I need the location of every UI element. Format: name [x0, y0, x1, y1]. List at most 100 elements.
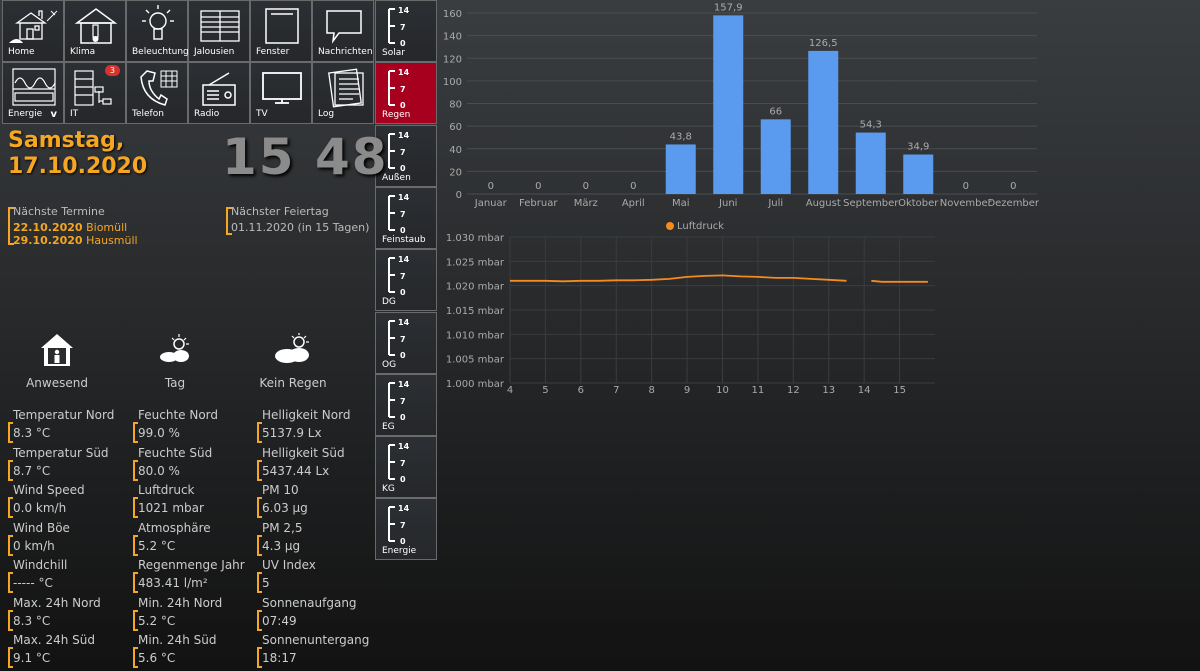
- sensor-name: Feuchte Nord: [138, 408, 218, 422]
- x-tick-label: Mai: [672, 198, 690, 209]
- sensor-value: 0.0 km/h: [13, 501, 67, 515]
- scale-gauge-icon: 14 7 0: [388, 193, 410, 235]
- scale-min: 0: [400, 413, 406, 422]
- termine-title: Nächste Termine: [13, 205, 105, 218]
- scale-mid: 7: [400, 521, 406, 530]
- sensor-tile-energie[interactable]: 14 7 0 Energie: [375, 498, 437, 561]
- telephone-icon: [140, 70, 178, 106]
- x-tick-label: 15: [893, 385, 906, 396]
- sensor-name: Temperatur Nord: [13, 408, 115, 422]
- sensor-value: 1021 mbar: [138, 501, 204, 515]
- pressure-series-line: [871, 279, 928, 283]
- y-tick-label: 1.020 mbar: [446, 282, 505, 293]
- scale-min: 0: [400, 39, 406, 48]
- nav-tile-home[interactable]: Home: [2, 0, 64, 62]
- rain-bar-chart: 0 20 40 60 80 100 120 140 160 0 Januar 0 Februar 0 Mär…: [443, 2, 1040, 209]
- y-tick-label: 1.030 mbar: [446, 233, 505, 244]
- scale-min: 0: [400, 164, 406, 173]
- sensor-item: Wind Speed 0.0 km/h: [8, 483, 128, 518]
- status-daytime: Tag: [130, 330, 220, 390]
- x-tick-label: August: [806, 198, 841, 209]
- sensor-name: Regenmenge Jahr: [138, 558, 245, 572]
- scale-gauge-icon: 14 7 0: [388, 68, 410, 110]
- sensor-name: Atmosphäre: [138, 520, 211, 535]
- x-tick-label: 4: [507, 385, 513, 396]
- nav-tile-beleuchtung[interactable]: Beleuchtung: [126, 0, 189, 62]
- sensor-tile-feinstaub[interactable]: 14 7 0 Feinstaub: [375, 186, 437, 249]
- sensor-tile-solar[interactable]: 14 7 0 Solar: [375, 0, 437, 62]
- window-icon: [265, 8, 299, 44]
- nav-tile-it[interactable]: IT 3: [64, 62, 126, 124]
- sensor-tile-og[interactable]: 14 7 0 OG: [375, 311, 437, 374]
- sensor-name: Helligkeit Süd: [262, 445, 345, 460]
- status-presence: Anwesend: [12, 330, 102, 390]
- sensor-name: Min. 24h Nord: [138, 595, 223, 610]
- x-tick-label: November: [940, 198, 993, 209]
- sensor-tile-kg[interactable]: 14 7 0 KG: [375, 436, 437, 499]
- scale-max: 14: [398, 380, 410, 389]
- sensor-name: Wind Speed: [13, 483, 85, 497]
- x-tick-label: 8: [648, 385, 654, 396]
- sensor-item: Atmosphäre 5.2 °C: [133, 520, 253, 556]
- clock-hours: 15: [222, 128, 296, 186]
- scale-min: 0: [400, 101, 406, 110]
- nav-tile-tv[interactable]: TV: [250, 62, 312, 124]
- sensor-value: 8.7 °C: [13, 463, 51, 478]
- tv-icon: [262, 72, 302, 104]
- sensor-name: Max. 24h Nord: [13, 595, 101, 610]
- sensor-value: 07:49: [262, 613, 297, 628]
- bar: [903, 154, 934, 194]
- scale-mid: 7: [400, 23, 406, 32]
- x-tick-label: Februar: [519, 198, 558, 209]
- sensor-value: 80.0 %: [138, 463, 180, 478]
- scale-gauge-icon: 14 7 0: [388, 442, 410, 484]
- nav-tile-label: Beleuchtung: [132, 47, 189, 57]
- sensor-item: Feuchte Süd 80.0 %: [133, 446, 253, 481]
- nav-tile-telefon[interactable]: Telefon: [126, 62, 188, 124]
- sensor-tile-eg[interactable]: 14 7 0 EG: [375, 373, 437, 436]
- y-tick-label: 1.000 mbar: [446, 379, 505, 390]
- sensor-item: Temperatur Nord 8.3 °C: [8, 408, 128, 443]
- sensor-item: Sonnenuntergang 18:17: [257, 633, 377, 668]
- sensor-item: UV Index 5: [257, 558, 377, 593]
- sensor-item: Min. 24h Süd 5.6 °C: [133, 633, 253, 668]
- sensor-name: Sonnenuntergang: [262, 633, 370, 647]
- blinds-icon: [200, 10, 240, 42]
- nav-tile-energie[interactable]: Energie v: [2, 62, 64, 124]
- sensor-tile-regen[interactable]: 14 7 0 Regen: [375, 62, 437, 125]
- bar-data-label: 0: [1010, 181, 1016, 192]
- x-tick-label: Dezember: [987, 198, 1039, 209]
- nav-tile-fenster[interactable]: Fenster: [250, 0, 312, 62]
- nav-tile-nachrichten[interactable]: Nachrichten: [312, 0, 374, 62]
- sensor-name: PM 10: [262, 483, 299, 497]
- x-tick-label: September: [843, 198, 899, 209]
- nav-tile-label: Home: [8, 47, 35, 57]
- sensor-item: Helligkeit Nord 5137.9 Lx: [257, 408, 377, 443]
- nav-tile-klima[interactable]: Klima: [64, 0, 126, 62]
- sensor-item: PM 10 6.03 µg: [257, 483, 377, 518]
- sensor-value: 5: [262, 576, 270, 590]
- sensor-tile-label: DG: [382, 297, 396, 308]
- sensor-value: 8.3 °C: [13, 613, 51, 628]
- sensor-item: Max. 24h Süd 9.1 °C: [8, 633, 128, 668]
- x-tick-label: Oktober: [898, 198, 939, 209]
- scale-min: 0: [400, 288, 406, 297]
- energy-v-icon: v: [50, 109, 57, 120]
- y-tick-label: 1.010 mbar: [446, 330, 505, 341]
- feiertag-title: Nächster Feiertag: [231, 205, 329, 218]
- sensor-item: Min. 24h Nord 5.2 °C: [133, 595, 253, 631]
- sensor-item: PM 2,5 4.3 µg: [257, 521, 377, 556]
- bar-data-label: 157,9: [714, 2, 743, 13]
- sensor-value: 483.41 l/m²: [138, 576, 208, 590]
- scale-min: 0: [400, 475, 406, 484]
- nav-tile-log[interactable]: Log: [312, 62, 374, 124]
- nav-tile-jalousien[interactable]: Jalousien: [188, 0, 250, 62]
- nav-tile-label: Telefon: [132, 109, 164, 119]
- sensor-item: Feuchte Nord 99.0 %: [133, 408, 253, 443]
- sensor-name: Min. 24h Süd: [138, 633, 217, 647]
- nav-tile-radio[interactable]: Radio: [188, 62, 250, 124]
- nav-tile-label: TV: [256, 109, 268, 119]
- sensor-tile-dg[interactable]: 14 7 0 DG: [375, 249, 437, 312]
- sensor-value: 6.03 µg: [262, 501, 308, 515]
- scale-mid: 7: [400, 335, 406, 344]
